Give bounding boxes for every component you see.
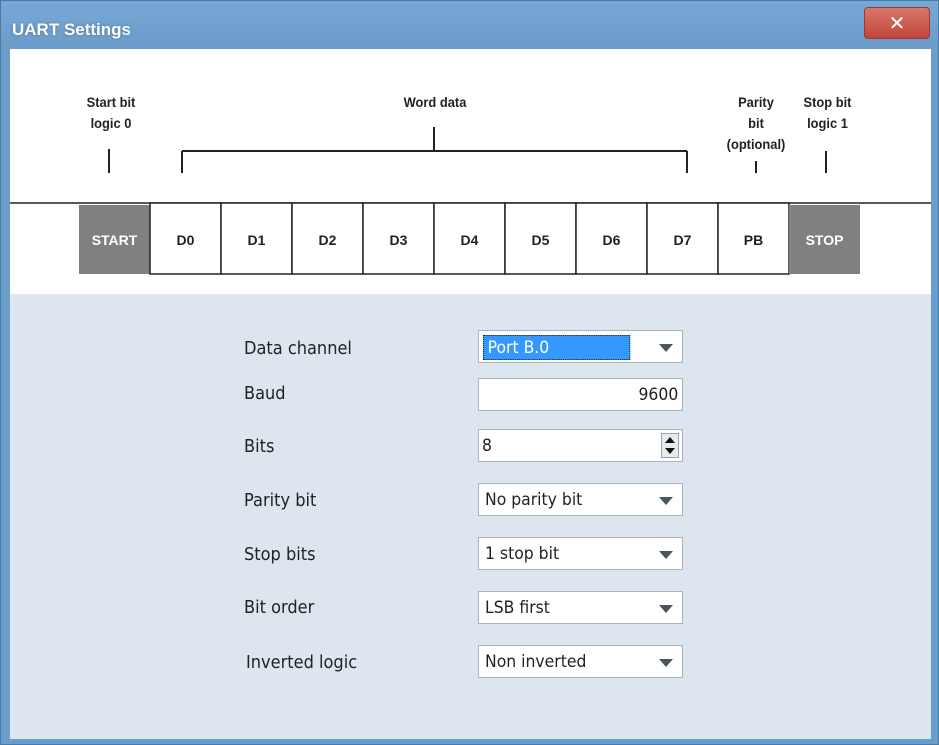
parity-bit-field-label: Parity bit [244,490,317,511]
window-title: UART Settings [12,20,131,39]
baud-input[interactable]: 9600 [478,378,683,411]
frame-cell-label: D2 [319,232,337,248]
frame-cell-label: D3 [390,232,408,248]
chevron-down-icon [659,605,673,613]
baud-label: Baud [244,383,286,404]
frame-lines: START D0 D1 D2 D3 D4 D5 D6 D7 PB STOP [10,127,931,275]
spinner-icon[interactable] [661,433,679,458]
bit-order-value: LSB first [485,598,550,618]
title-bar: UART Settings ✕ [1,1,938,49]
word-data-label: Word data [403,94,467,110]
frame-cell-label: STOP [806,232,844,248]
data-channel-label: Data channel [244,338,352,359]
frame-cell-label: D6 [603,232,621,248]
bit-order-select[interactable]: LSB first [478,591,683,624]
stop-bits-value: 1 stop bit [485,544,560,564]
chevron-down-icon [659,344,673,352]
stop-bit-label: Stop bit logic 1 [803,94,852,131]
close-button[interactable]: ✕ [864,7,930,39]
bits-spinner[interactable]: 8 [478,429,683,462]
inverted-logic-label: Inverted logic [246,652,358,673]
spin-up-icon[interactable] [665,437,675,443]
start-bit-label: Start bit logic 0 [86,94,136,131]
frame-cell-label: D0 [177,232,195,248]
frame-cell-label: D4 [461,232,479,248]
spin-down-icon[interactable] [665,448,675,454]
parity-bit-value: No parity bit [485,490,583,510]
frame-cell-label: START [92,232,138,248]
bit-order-label: Bit order [244,597,315,618]
inverted-logic-value: Non inverted [485,652,587,672]
data-channel-value: Port B.0 [483,335,631,360]
chevron-down-icon [659,551,673,559]
uart-settings-window: UART Settings ✕ START D0 D1 D2 D3 D4 D5 D6 D7 PB S… [0,0,939,745]
frame-cell-label: PB [744,232,763,248]
frame-cell-label: D1 [248,232,266,248]
data-channel-select[interactable]: Port B.0 [478,330,683,363]
bits-label: Bits [244,436,275,457]
parity-bit-label: Parity bit (optional) [726,94,786,152]
parity-bit-select[interactable]: No parity bit [478,483,683,516]
frame-cell-label: D7 [674,232,692,248]
bits-value: 8 [482,436,492,456]
frame-cell-label: D5 [532,232,550,248]
baud-value: 9600 [638,385,678,405]
stop-bits-select[interactable]: 1 stop bit [478,537,683,570]
settings-form: Data channel Port B.0 Baud 9600 Bits 8 P… [10,294,931,739]
inverted-logic-select[interactable]: Non inverted [478,645,683,678]
chevron-down-icon [659,497,673,505]
chevron-down-icon [659,659,673,667]
stop-bits-label: Stop bits [244,544,316,565]
close-icon: ✕ [888,11,906,35]
uart-frame-diagram: START D0 D1 D2 D3 D4 D5 D6 D7 PB STOP Start bit lo… [10,49,931,294]
